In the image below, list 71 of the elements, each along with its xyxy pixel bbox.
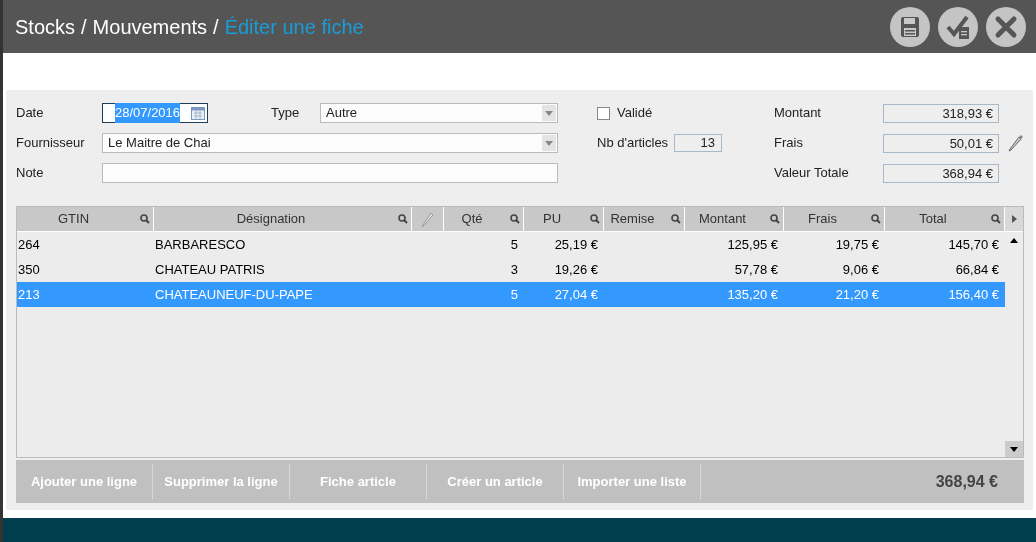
table-cell: 5 bbox=[510, 236, 518, 252]
breadcrumb-separator: / bbox=[213, 14, 219, 40]
table-cell: 3 bbox=[510, 261, 518, 277]
field-label: Nb d'articles bbox=[597, 134, 670, 153]
table-cell: 350 bbox=[18, 261, 40, 277]
column-header[interactable]: GTIN bbox=[17, 207, 154, 231]
amount-field: 368,94 € bbox=[883, 163, 999, 183]
table-cell: 156,40 € bbox=[948, 286, 999, 302]
table-cell: 9,06 € bbox=[842, 261, 879, 277]
search-icon[interactable] bbox=[140, 214, 150, 224]
search-icon[interactable] bbox=[590, 214, 600, 224]
search-icon[interactable] bbox=[991, 214, 1001, 224]
search-icon[interactable] bbox=[871, 214, 881, 224]
table-cell: CHATEAUNEUF-DU-PAPE bbox=[155, 286, 313, 302]
field-label: Note bbox=[16, 164, 45, 183]
check-icon[interactable] bbox=[938, 6, 978, 47]
field-label: Frais bbox=[774, 134, 804, 153]
table-cell: 21,20 € bbox=[835, 286, 879, 302]
table-cell: 264 bbox=[18, 236, 40, 252]
pencil-icon[interactable] bbox=[1007, 134, 1023, 152]
table-cell: 145,70 € bbox=[948, 236, 999, 252]
column-header[interactable]: Frais bbox=[784, 207, 885, 231]
total-amount: 368,94 € bbox=[935, 471, 998, 492]
field-label: Montant bbox=[774, 104, 822, 123]
calendar-icon[interactable] bbox=[191, 106, 205, 120]
note-field[interactable] bbox=[102, 163, 558, 183]
table-cell: 125,95 € bbox=[727, 236, 778, 252]
column-header[interactable]: Remise bbox=[604, 207, 685, 231]
count-field: 13 bbox=[674, 134, 722, 152]
column-header[interactable]: Qté bbox=[444, 207, 524, 231]
breadcrumb-current: Éditer une fiche bbox=[224, 14, 364, 40]
search-icon[interactable] bbox=[398, 214, 408, 224]
caret-icon bbox=[542, 105, 556, 121]
table-cell: CHATEAU PATRIS bbox=[155, 261, 265, 277]
field-label: Date bbox=[16, 104, 45, 123]
table-cell: 19,75 € bbox=[835, 236, 879, 252]
close-icon[interactable] bbox=[986, 6, 1026, 47]
table-cell: 27,04 € bbox=[554, 286, 598, 302]
table-cell: 135,20 € bbox=[727, 286, 778, 302]
field-label: Type bbox=[271, 104, 301, 123]
table-cell: 25,19 € bbox=[554, 236, 598, 252]
search-icon[interactable] bbox=[770, 214, 780, 224]
table-cell: 213 bbox=[18, 286, 40, 302]
dropdown[interactable]: Autre bbox=[320, 103, 558, 123]
column-header[interactable]: Total bbox=[885, 207, 1005, 231]
search-icon[interactable] bbox=[671, 214, 681, 224]
field-label: Fournisseur bbox=[16, 134, 86, 153]
dropdown[interactable]: Le Maitre de Chai bbox=[102, 133, 558, 153]
field-label: Valeur Totale bbox=[774, 164, 850, 183]
save-icon[interactable] bbox=[890, 6, 930, 47]
column-header[interactable]: Désignation bbox=[154, 207, 412, 231]
search-icon[interactable] bbox=[510, 214, 520, 224]
table-cell: BARBARESCO bbox=[155, 236, 246, 252]
checkbox[interactable] bbox=[597, 106, 610, 120]
checkbox-label: Validé bbox=[617, 104, 653, 123]
table-cell: 57,78 € bbox=[734, 261, 778, 277]
column-header[interactable]: PU bbox=[524, 207, 604, 231]
table-cell: 19,26 € bbox=[554, 261, 598, 277]
column-header[interactable]: Montant bbox=[685, 207, 784, 231]
table-cell: 66,84 € bbox=[955, 261, 999, 277]
amount-field: 50,01 € bbox=[883, 133, 999, 153]
table-cell: 5 bbox=[510, 286, 518, 302]
breadcrumb-separator: / bbox=[81, 14, 87, 40]
caret-icon bbox=[542, 135, 556, 151]
table-row[interactable]: 350 CHATEAU PATRIS 3 19,26 € 57,78 € 9,06 € 66,84 € bbox=[17, 257, 1005, 282]
breadcrumb-link[interactable]: Stocks bbox=[15, 11, 76, 42]
breadcrumb-link[interactable]: Mouvements bbox=[92, 11, 208, 42]
amount-field: 318,93 € bbox=[883, 103, 999, 123]
scroll-down-icon[interactable] bbox=[1005, 441, 1023, 457]
table-row[interactable]: 264 BARBARESCO 5 25,19 € 125,95 € 19,75 € 145,70 € bbox=[17, 232, 1005, 257]
scroll-right-icon[interactable] bbox=[1005, 207, 1023, 231]
